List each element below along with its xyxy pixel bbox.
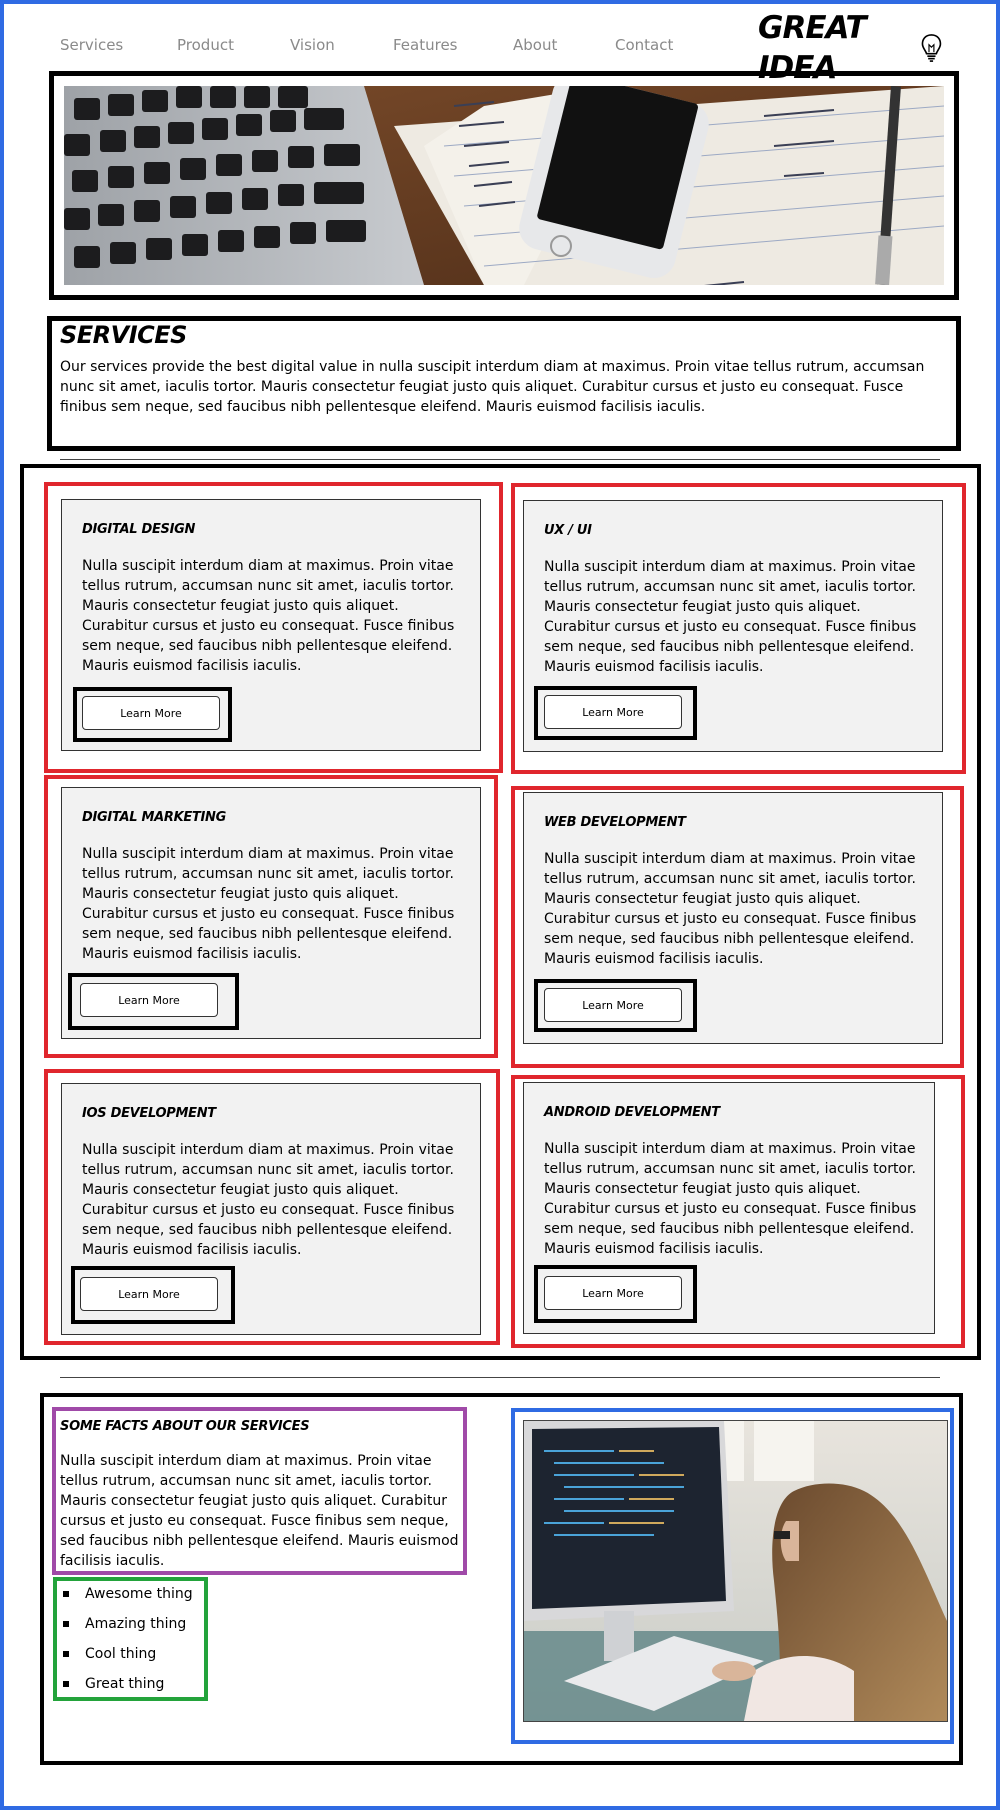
list-item: Awesome thing xyxy=(57,1582,193,1612)
learn-more-button[interactable]: Learn More xyxy=(544,988,682,1022)
service-card: ANDROID DEVELOPMENT Nulla suscipit inter… xyxy=(523,1082,935,1334)
card-body: Nulla suscipit interdum diam at maximus.… xyxy=(544,559,917,675)
learn-more-button[interactable]: Learn More xyxy=(82,696,220,730)
card-body: Nulla suscipit interdum diam at maximus.… xyxy=(82,558,455,674)
nav-link-services[interactable]: Services xyxy=(60,36,123,54)
nav-link-contact[interactable]: Contact xyxy=(615,36,673,54)
service-card-outline: WEB DEVELOPMENT Nulla suscipit interdum … xyxy=(511,786,964,1068)
nav-link-vision[interactable]: Vision xyxy=(290,36,335,54)
service-card: IOS DEVELOPMENT Nulla suscipit interdum … xyxy=(61,1083,481,1335)
card-title: UX / UI xyxy=(544,523,592,538)
learn-more-outline: Learn More xyxy=(534,686,697,740)
nav-link-product[interactable]: Product xyxy=(177,36,234,54)
divider xyxy=(60,459,940,460)
service-card-outline: ANDROID DEVELOPMENT Nulla suscipit inter… xyxy=(511,1075,965,1348)
learn-more-button[interactable]: Learn More xyxy=(544,1276,682,1310)
facts-photo xyxy=(523,1420,948,1722)
service-card: DIGITAL MARKETING Nulla suscipit interdu… xyxy=(61,787,481,1039)
service-card: UX / UI Nulla suscipit interdum diam at … xyxy=(523,500,943,752)
card-body: Nulla suscipit interdum diam at maximus.… xyxy=(82,1142,455,1258)
services-grid: DIGITAL DESIGN Nulla suscipit interdum d… xyxy=(20,464,981,1360)
service-card-outline: DIGITAL DESIGN Nulla suscipit interdum d… xyxy=(44,482,503,773)
learn-more-outline: Learn More xyxy=(68,973,239,1030)
nav-link-features[interactable]: Features xyxy=(393,36,458,54)
lightbulb-icon xyxy=(921,34,942,62)
service-card: WEB DEVELOPMENT Nulla suscipit interdum … xyxy=(523,792,943,1044)
list-item: Amazing thing xyxy=(57,1612,193,1642)
services-intro: SERVICES Our services provide the best d… xyxy=(47,316,961,451)
learn-more-outline: Learn More xyxy=(534,979,697,1032)
service-card: DIGITAL DESIGN Nulla suscipit interdum d… xyxy=(61,499,481,751)
card-body: Nulla suscipit interdum diam at maximus.… xyxy=(82,846,455,962)
facts-list: Awesome thing Amazing thing Cool thing G… xyxy=(57,1582,193,1702)
learn-more-button[interactable]: Learn More xyxy=(80,1277,218,1311)
card-title: DIGITAL DESIGN xyxy=(82,522,196,537)
learn-more-button[interactable]: Learn More xyxy=(80,983,218,1017)
card-title: ANDROID DEVELOPMENT xyxy=(544,1105,720,1120)
hero-image xyxy=(64,86,944,285)
service-card-outline: IOS DEVELOPMENT Nulla suscipit interdum … xyxy=(44,1069,500,1345)
services-description: Our services provide the best digital va… xyxy=(60,359,925,415)
site-logo[interactable]: GREAT IDEA xyxy=(758,10,943,86)
divider xyxy=(60,1377,940,1378)
card-title: WEB DEVELOPMENT xyxy=(544,815,686,830)
learn-more-outline: Learn More xyxy=(534,1265,697,1323)
hero-banner xyxy=(49,71,959,300)
service-card-outline: DIGITAL MARKETING Nulla suscipit interdu… xyxy=(44,775,498,1058)
list-item: Cool thing xyxy=(57,1642,193,1672)
facts-photo-block xyxy=(511,1408,954,1744)
services-heading: SERVICES xyxy=(60,321,187,349)
facts-list-block: Awesome thing Amazing thing Cool thing G… xyxy=(53,1577,208,1701)
nav-link-about[interactable]: About xyxy=(513,36,557,54)
learn-more-outline: Learn More xyxy=(71,1266,235,1324)
card-title: IOS DEVELOPMENT xyxy=(82,1106,216,1121)
service-card-outline: UX / UI Nulla suscipit interdum diam at … xyxy=(511,483,966,774)
facts-body: Nulla suscipit interdum diam at maximus.… xyxy=(60,1453,459,1569)
facts-section: SOME FACTS ABOUT OUR SERVICES Nulla susc… xyxy=(40,1393,963,1765)
card-body: Nulla suscipit interdum diam at maximus.… xyxy=(544,851,917,967)
list-item: Great thing xyxy=(57,1672,193,1702)
learn-more-outline: Learn More xyxy=(73,687,232,742)
facts-heading: SOME FACTS ABOUT OUR SERVICES xyxy=(60,1419,310,1434)
learn-more-button[interactable]: Learn More xyxy=(544,695,682,729)
card-title: DIGITAL MARKETING xyxy=(82,810,226,825)
facts-text-block: SOME FACTS ABOUT OUR SERVICES Nulla susc… xyxy=(52,1407,467,1575)
card-body: Nulla suscipit interdum diam at maximus.… xyxy=(544,1141,917,1257)
